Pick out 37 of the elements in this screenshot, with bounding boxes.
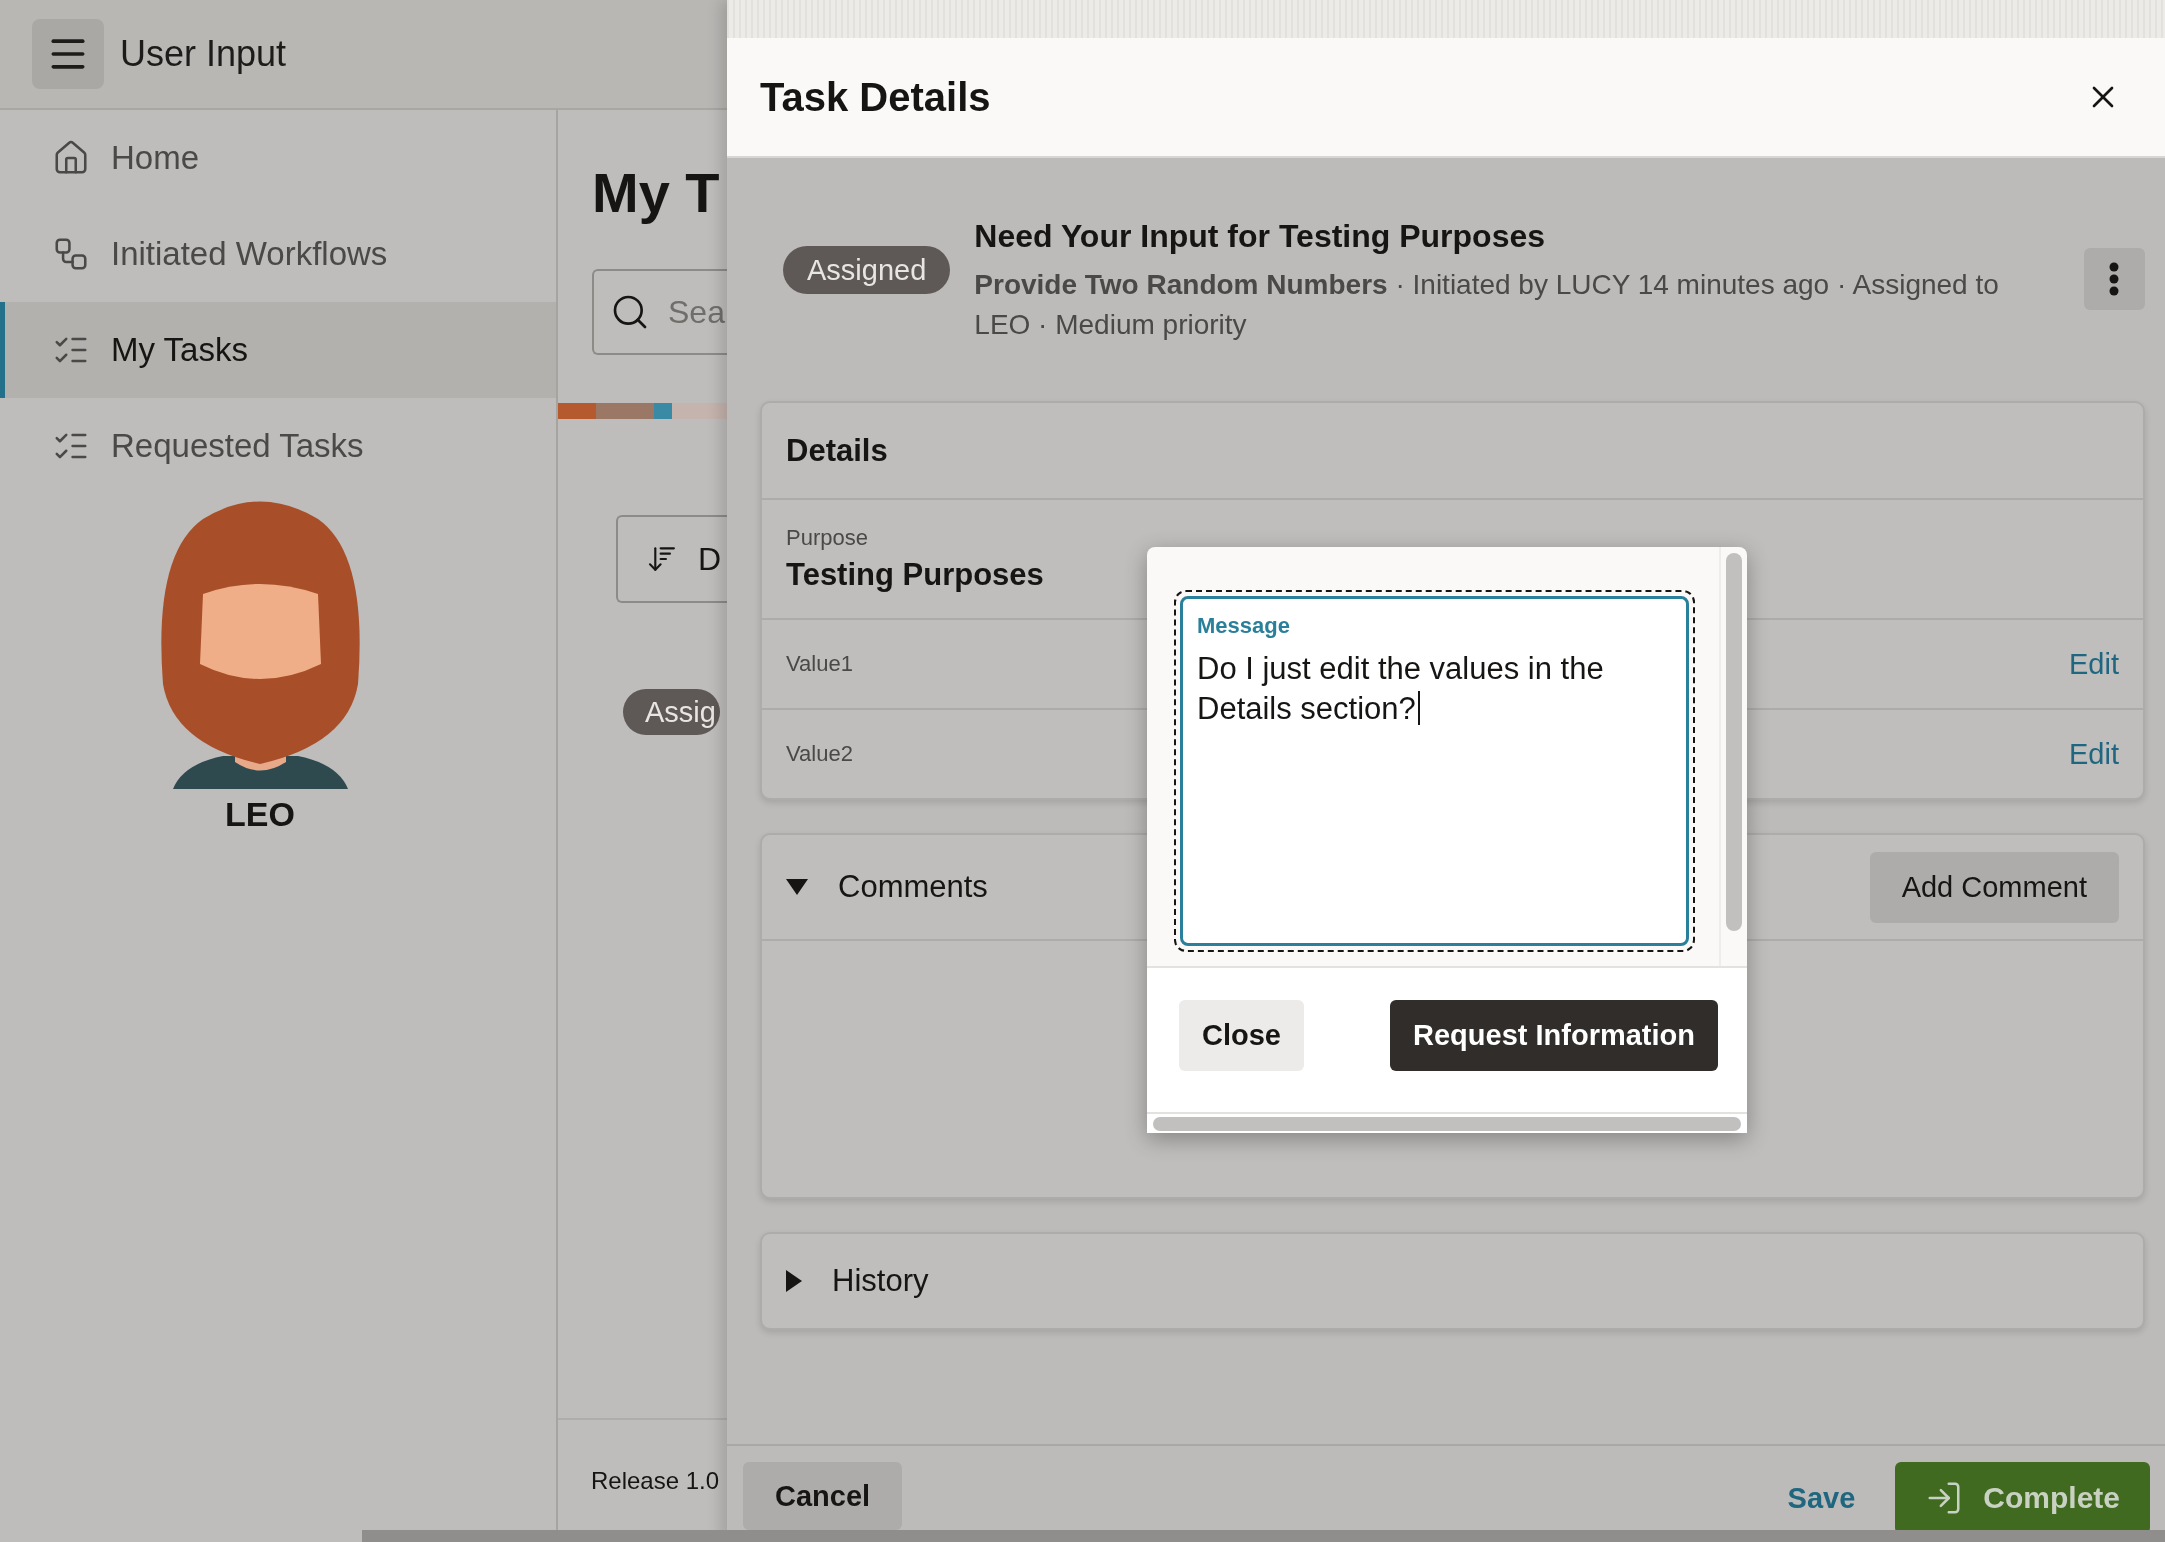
task-title: Need Your Input for Testing Purposes	[974, 218, 1547, 255]
release-label: Release 1.0	[591, 1467, 720, 1495]
message-text: Do I just edit the values in the Details section?	[1197, 639, 1672, 729]
cancel-button[interactable]: Cancel	[743, 1462, 903, 1530]
more-icon	[2109, 262, 2120, 296]
message-field[interactable]: Message Do I just edit the values in the Details section?	[1180, 596, 1689, 946]
caret-right-icon	[786, 1270, 802, 1292]
menu-button[interactable]	[32, 19, 104, 89]
scrollbar[interactable]	[1726, 553, 1742, 931]
field-value: Testing Purposes	[786, 557, 1044, 593]
card-title: Details	[786, 432, 888, 469]
status-badge: Assigned	[783, 246, 951, 294]
nav-item[interactable]: Requested Tasks	[0, 398, 556, 494]
app-title: User Input	[120, 33, 287, 75]
user-name: LEO	[225, 795, 295, 834]
request-button[interactable]: Request Information	[1390, 999, 1718, 1071]
more-button[interactable]	[2083, 248, 2145, 310]
section-title[interactable]: Comments	[838, 869, 988, 905]
task-summary: Provide Two Random Numbers · Initiated by LUCY 14 minutes ago · Assigned to LEO · Medium priority	[974, 268, 2000, 342]
field-label: Purpose	[786, 525, 869, 551]
field-label: Value1	[786, 651, 853, 677]
nav-item[interactable]: Initiated Workflows	[0, 206, 556, 302]
caret-down-icon	[786, 879, 808, 895]
home-icon	[52, 139, 90, 177]
page-heading: My T	[592, 160, 721, 225]
close-button[interactable]: Close	[1179, 999, 1304, 1071]
add-comment-button[interactable]: Add Comment	[1869, 851, 2119, 923]
drawer-title: Task Details	[760, 74, 991, 120]
section-title[interactable]: History	[832, 1263, 929, 1299]
workflow-icon	[52, 235, 90, 273]
nav-item[interactable]: Home	[0, 110, 556, 206]
status-badge: Assig	[623, 689, 720, 735]
field-label: Message	[1197, 613, 1291, 639]
nav-item[interactable]: My Tasks	[0, 302, 556, 398]
scrollbar[interactable]	[1153, 1117, 1741, 1131]
scrollbar[interactable]	[362, 1530, 2165, 1542]
field-label: Value2	[786, 741, 853, 767]
